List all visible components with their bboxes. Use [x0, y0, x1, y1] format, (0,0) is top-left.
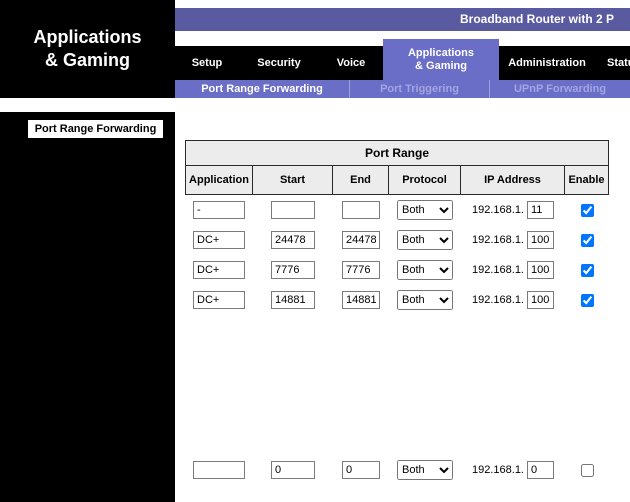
tab-administration[interactable]: Administration [501, 46, 593, 80]
port-forward-row: Both 192.168.1. [185, 285, 609, 315]
tab-security[interactable]: Security [247, 46, 311, 80]
port-forward-row: Both 192.168.1. [185, 225, 609, 255]
col-header-start: Start [253, 166, 333, 195]
start-port-input[interactable] [271, 291, 315, 309]
port-forward-row: Both 192.168.1. [185, 255, 609, 285]
port-range-table: Port Range Application Start End Protoco… [185, 140, 609, 485]
col-header-end: End [333, 166, 389, 195]
enable-checkbox[interactable] [581, 294, 594, 307]
enable-checkbox[interactable] [581, 204, 594, 217]
protocol-select[interactable]: Both [397, 460, 453, 480]
start-port-input[interactable] [271, 201, 315, 219]
end-port-input[interactable] [342, 231, 380, 249]
tab-applications-gaming-line2: & Gaming [415, 60, 467, 73]
ip-suffix-input[interactable] [527, 261, 554, 279]
ip-prefix: 192.168.1. [472, 204, 524, 216]
sub-nav-bar: Port Range Forwarding Port Triggering UP… [175, 80, 630, 98]
end-port-input[interactable] [342, 291, 380, 309]
ip-prefix: 192.168.1. [472, 234, 524, 246]
application-input[interactable] [193, 461, 245, 479]
sidebar-section-label: Port Range Forwarding [28, 120, 163, 138]
ip-suffix-input[interactable] [527, 291, 554, 309]
router-title-bar: Broadband Router with 2 P [175, 8, 630, 31]
col-header-enable: Enable [565, 166, 609, 195]
ip-suffix-input[interactable] [527, 461, 554, 479]
protocol-select[interactable]: Both [397, 260, 453, 280]
ip-suffix-input[interactable] [527, 201, 554, 219]
col-header-application: Application [185, 166, 253, 195]
start-port-input[interactable] [271, 461, 315, 479]
end-port-input[interactable] [342, 261, 380, 279]
end-port-input[interactable] [342, 461, 380, 479]
start-port-input[interactable] [271, 231, 315, 249]
table-title: Port Range [185, 140, 609, 166]
left-sidebar: Port Range Forwarding [0, 112, 175, 502]
tab-status[interactable]: Status [607, 46, 630, 80]
col-header-ip-address: IP Address [461, 166, 565, 195]
ip-prefix: 192.168.1. [472, 464, 524, 476]
enable-checkbox[interactable] [581, 264, 594, 277]
application-input[interactable] [193, 261, 245, 279]
tab-setup[interactable]: Setup [179, 46, 235, 80]
application-input[interactable] [193, 291, 245, 309]
tab-applications-gaming[interactable]: Applications & Gaming [383, 39, 499, 80]
protocol-select[interactable]: Both [397, 200, 453, 220]
subtab-upnp-forwarding[interactable]: UPnP Forwarding [490, 80, 630, 98]
end-port-input[interactable] [342, 201, 380, 219]
port-forward-row: Both 192.168.1. [185, 195, 609, 225]
app-section-title: Applications & Gaming [0, 0, 175, 98]
ip-prefix: 192.168.1. [472, 294, 524, 306]
port-forward-row-empty: Both 192.168.1. [185, 455, 609, 485]
table-header-row: Application Start End Protocol IP Addres… [185, 166, 609, 195]
app-title-line1: Applications [33, 26, 141, 49]
application-input[interactable] [193, 201, 245, 219]
subtab-port-triggering[interactable]: Port Triggering [350, 80, 490, 98]
col-header-protocol: Protocol [389, 166, 461, 195]
application-input[interactable] [193, 231, 245, 249]
enable-checkbox[interactable] [581, 464, 594, 477]
protocol-select[interactable]: Both [397, 290, 453, 310]
app-title-line2: & Gaming [45, 49, 130, 72]
main-nav-bar: Setup Security Voice Applications & Gami… [175, 46, 630, 80]
start-port-input[interactable] [271, 261, 315, 279]
tab-applications-gaming-line1: Applications [408, 47, 474, 60]
enable-checkbox[interactable] [581, 234, 594, 247]
ip-suffix-input[interactable] [527, 231, 554, 249]
ip-prefix: 192.168.1. [472, 264, 524, 276]
subtab-port-range-forwarding[interactable]: Port Range Forwarding [175, 80, 350, 98]
tab-voice[interactable]: Voice [327, 46, 375, 80]
protocol-select[interactable]: Both [397, 230, 453, 250]
router-title: Broadband Router with 2 P [460, 8, 614, 31]
